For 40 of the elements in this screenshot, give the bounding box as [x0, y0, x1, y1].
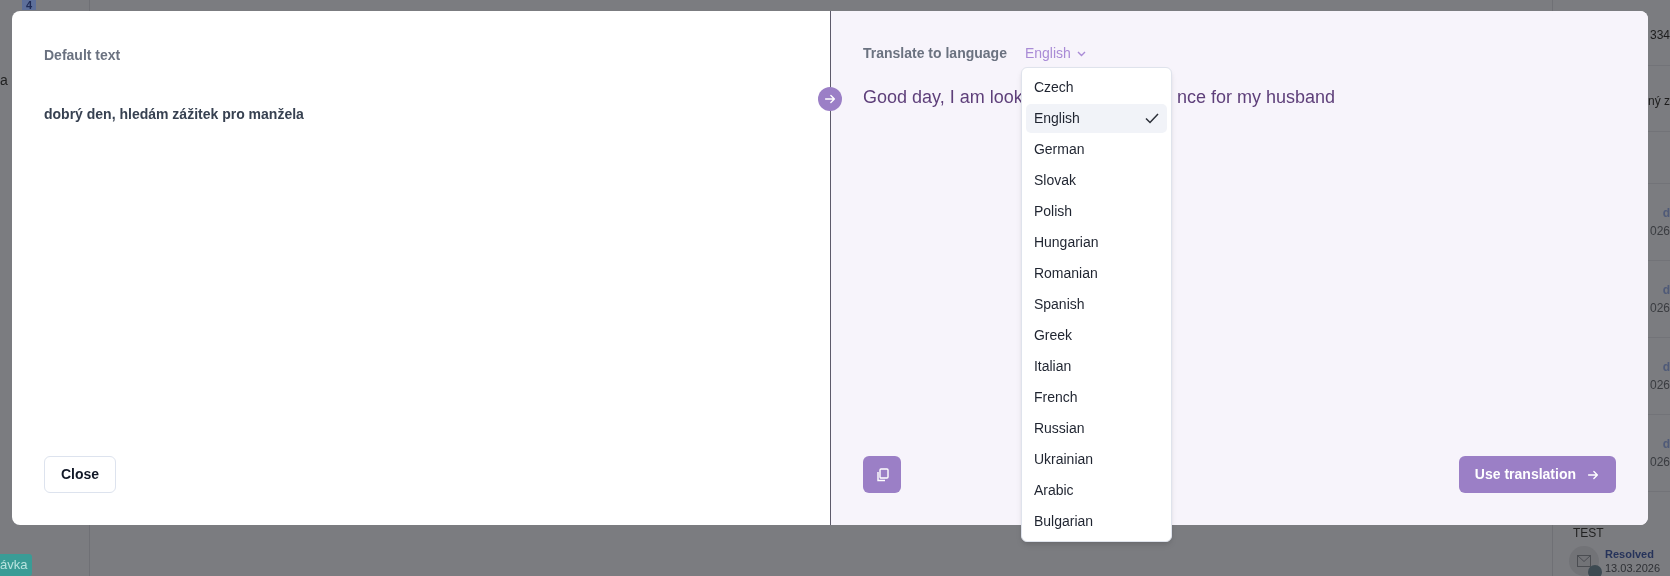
date-text: 026: [1649, 300, 1670, 317]
language-option[interactable]: Czech: [1025, 73, 1167, 102]
translated-text: nce for my husband: [1177, 86, 1336, 109]
chevron-down-icon: [1076, 50, 1086, 57]
language-option[interactable]: Italian: [1025, 352, 1167, 381]
tag: ávka: [0, 554, 32, 576]
section-label: Translate to language: [863, 44, 1007, 63]
date-text: 026: [1649, 454, 1670, 471]
close-button[interactable]: Close: [44, 456, 116, 493]
language-option[interactable]: German: [1025, 135, 1167, 164]
language-option[interactable]: French: [1025, 383, 1167, 412]
copy-icon: [875, 467, 889, 482]
avatar: [1588, 565, 1602, 576]
date-text: 13.03.2026: [1605, 561, 1661, 575]
language-option[interactable]: Spanish: [1025, 290, 1167, 319]
backdrop-text: ný z: [1648, 92, 1670, 110]
language-option[interactable]: Russian: [1025, 414, 1167, 443]
language-option[interactable]: Hungarian: [1025, 228, 1167, 257]
language-option[interactable]: Romanian: [1025, 259, 1167, 288]
language-option[interactable]: Ukrainian: [1025, 445, 1167, 474]
language-option[interactable]: English: [1025, 104, 1167, 133]
language-option[interactable]: Arabic: [1025, 476, 1167, 505]
source-text: dobrý den, hledám zážitek pro manžela: [44, 105, 305, 124]
backdrop-text: a: [0, 71, 9, 90]
language-option[interactable]: Greek: [1025, 321, 1167, 350]
envelope-icon: [1577, 555, 1591, 567]
translated-text: Good day, I am look: [863, 86, 1024, 109]
date-text: 026: [1649, 377, 1670, 394]
date-text: 026: [1649, 223, 1670, 240]
backdrop-text: 334: [1649, 26, 1670, 44]
ticket-title: TEST: [1573, 525, 1604, 542]
language-option[interactable]: Slovak: [1025, 166, 1167, 195]
language-option[interactable]: Polish: [1025, 197, 1167, 226]
count-badge: 4: [22, 0, 36, 10]
arrow-right-icon: [823, 92, 837, 106]
copy-button[interactable]: [863, 456, 901, 493]
section-label: Default text: [44, 46, 122, 65]
status-text: Resolved: [1605, 547, 1655, 561]
check-icon: [1144, 113, 1159, 124]
language-option[interactable]: Bulgarian: [1025, 507, 1167, 536]
